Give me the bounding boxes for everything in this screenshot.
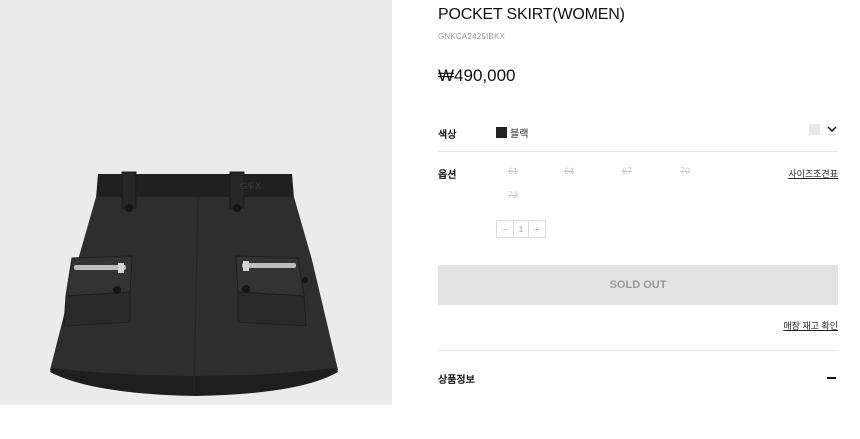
size-option-row: 옵션 61 64 67 70 73 사이즈조견표 − 1 + <box>438 153 838 248</box>
minus-icon <box>827 377 836 379</box>
color-option-row: 색상 블랙 <box>438 118 838 152</box>
size-option[interactable]: 73 <box>508 190 518 200</box>
store-stock-check-link[interactable]: 매장 재고 확인 <box>783 319 838 332</box>
color-dropdown[interactable] <box>809 123 838 135</box>
product-details-label: 상품정보 <box>438 375 475 386</box>
product-code: GNKCA2425IBKX <box>438 32 506 41</box>
product-title: POCKET SKIRT(WOMEN) <box>438 6 625 23</box>
product-image-skirt: G/FX <box>50 171 338 396</box>
size-guide-link[interactable]: 사이즈조견표 <box>788 167 838 180</box>
option-label: 옵션 <box>438 170 457 181</box>
size-option[interactable]: 61 <box>508 166 518 176</box>
size-option[interactable]: 64 <box>564 166 574 176</box>
color-swatch-chip <box>496 127 507 138</box>
selected-color-chip <box>809 123 820 135</box>
section-divider <box>438 350 838 351</box>
color-swatch-black[interactable]: 블랙 <box>496 125 528 140</box>
product-details-toggle[interactable]: 상품정보 <box>438 368 838 388</box>
product-image-area: G/FX <box>0 0 392 405</box>
quantity-increase-button[interactable]: + <box>529 221 545 237</box>
quantity-decrease-button[interactable]: − <box>497 221 513 237</box>
size-option[interactable]: 67 <box>622 166 632 176</box>
product-price: ₩490,000 <box>438 66 516 85</box>
sold-out-button[interactable]: SOLD OUT <box>438 265 838 305</box>
svg-text:G/FX: G/FX <box>240 181 261 191</box>
quantity-value[interactable]: 1 <box>513 221 529 237</box>
size-option[interactable]: 70 <box>680 166 690 176</box>
color-label: 색상 <box>438 130 457 141</box>
color-swatch-name: 블랙 <box>510 129 529 140</box>
chevron-down-icon <box>827 126 837 133</box>
quantity-stepper: − 1 + <box>496 220 546 238</box>
